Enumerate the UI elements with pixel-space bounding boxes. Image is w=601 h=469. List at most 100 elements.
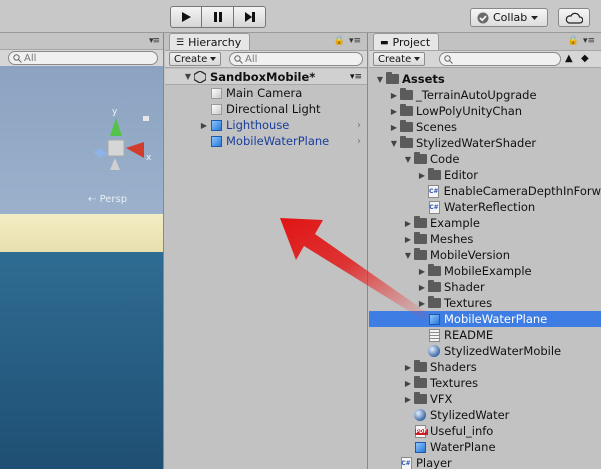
project-row-label: Shader — [444, 280, 485, 294]
project-row[interactable]: ▶ Example — [369, 215, 601, 231]
project-create-button[interactable]: Create — [373, 52, 426, 66]
project-row[interactable]: ▶ _TerrainAutoUpgrade — [369, 87, 601, 103]
gizmo-neg-y-axis[interactable] — [110, 158, 120, 170]
project-row[interactable]: ▶ VFX — [369, 391, 601, 407]
project-row-label: EnableCameraDepthInForw — [443, 184, 601, 198]
project-row[interactable]: ▶ Shader — [369, 279, 601, 295]
panel-menu-icon[interactable]: ▾≡ — [583, 36, 595, 46]
project-row[interactable]: Useful_info — [369, 423, 601, 439]
expand-arrow-icon[interactable]: ▶ — [403, 395, 413, 404]
project-search-input[interactable] — [439, 52, 561, 66]
project-row[interactable]: C# WaterReflection — [369, 199, 601, 215]
project-row[interactable]: ▶ Textures — [369, 375, 601, 391]
hierarchy-row[interactable]: Main Camera — [165, 85, 367, 101]
step-button[interactable] — [234, 6, 266, 28]
project-row[interactable]: MobileWaterPlane — [369, 311, 601, 327]
expand-arrow-icon[interactable]: ▶ — [389, 107, 399, 116]
expand-arrow-icon[interactable]: ▶ — [417, 283, 427, 292]
collab-check-icon — [477, 12, 489, 23]
project-row[interactable]: ▼ Assets — [369, 71, 601, 87]
expand-arrow-icon[interactable]: ▶ — [389, 91, 399, 100]
filter-by-label-icon[interactable]: ◆ — [581, 53, 589, 64]
scene-menu-icon[interactable]: ▾≡ — [350, 72, 362, 82]
folder-icon — [399, 136, 413, 150]
gizmo-y-axis[interactable] — [110, 118, 122, 136]
scene-search-input[interactable]: All — [8, 51, 158, 65]
project-row[interactable]: ▶ Textures — [369, 295, 601, 311]
project-row[interactable]: WaterPlane — [369, 439, 601, 455]
project-tab-icons: 🔒 ▾≡ — [568, 36, 595, 46]
prefab-open-chevron-icon[interactable]: › — [357, 120, 361, 131]
scene-gizmo[interactable]: y x — [0, 66, 164, 469]
hierarchy-search-input[interactable]: All — [229, 52, 363, 66]
tab-hierarchy[interactable]: ☰ Hierarchy — [169, 33, 251, 50]
project-row[interactable]: ▶ Meshes — [369, 231, 601, 247]
scene-tabbar: ▾≡ — [0, 33, 163, 49]
csharp-icon: C# — [427, 200, 441, 214]
tab-project[interactable]: ▬ Project — [373, 33, 440, 50]
expand-arrow-icon[interactable]: ▶ — [417, 299, 427, 308]
project-row-label: Shaders — [430, 360, 477, 374]
folder-icon — [413, 376, 427, 390]
cloud-button[interactable] — [558, 8, 590, 27]
project-row[interactable]: ▶ Shaders — [369, 359, 601, 375]
scene-viewport[interactable]: y x ⇠ Persp — [0, 66, 164, 469]
project-subbar: Create ▲ ◆ — [369, 50, 601, 68]
project-row[interactable]: README — [369, 327, 601, 343]
gizmo-center[interactable] — [107, 139, 125, 157]
expand-arrow-icon[interactable]: ▶ — [403, 219, 413, 228]
project-row[interactable]: ▼ MobileVersion — [369, 247, 601, 263]
expand-arrow-icon[interactable]: ▶ — [403, 363, 413, 372]
expand-arrow-icon[interactable]: ▼ — [375, 75, 385, 84]
project-row[interactable]: ▶ MobileExample — [369, 263, 601, 279]
lock-icon[interactable]: 🔒 — [568, 36, 579, 46]
hierarchy-row[interactable]: MobileWaterPlane › — [165, 133, 367, 149]
project-row[interactable]: ▼ StylizedWaterShader — [369, 135, 601, 151]
project-row[interactable]: C# Player — [369, 455, 601, 469]
folder-icon — [413, 232, 427, 246]
material-sphere-icon — [413, 408, 427, 422]
panel-menu-icon[interactable]: ▾≡ — [149, 36, 160, 46]
expand-arrow-icon[interactable]: ▶ — [417, 171, 427, 180]
panel-menu-icon[interactable]: ▾≡ — [349, 36, 361, 46]
project-row-label: WaterPlane — [430, 440, 496, 454]
expand-arrow-icon[interactable]: ▶ — [417, 267, 427, 276]
hierarchy-row[interactable]: ▶ Lighthouse › — [165, 117, 367, 133]
search-icon — [234, 54, 243, 64]
project-row[interactable]: StylizedWaterMobile — [369, 343, 601, 359]
prefab-open-chevron-icon[interactable]: › — [357, 136, 361, 147]
project-panel: ▬ Project 🔒 ▾≡ Create ▲ ◆ ▼ Assets ▶ _Terrai… — [369, 33, 601, 469]
filter-by-type-icon[interactable]: ▲ — [565, 53, 573, 64]
expand-arrow-icon[interactable]: ▶ — [403, 235, 413, 244]
gizmo-y-label: y — [112, 107, 118, 117]
expand-arrow-icon[interactable]: ▶ — [199, 121, 209, 130]
hierarchy-panel: ☰ Hierarchy 🔒 ▾≡ Create All ▼ SandboxMobi… — [165, 33, 368, 469]
gizmo-z-axis[interactable] — [93, 148, 108, 158]
pause-button[interactable] — [202, 6, 234, 28]
expand-arrow-icon[interactable]: ▶ — [389, 123, 399, 132]
expand-arrow-icon[interactable]: ▼ — [389, 139, 399, 148]
expand-arrow-icon[interactable]: ▼ — [403, 155, 413, 164]
project-row[interactable]: C# EnableCameraDepthInForw — [369, 183, 601, 199]
project-row[interactable]: ▼ Code — [369, 151, 601, 167]
expand-arrow-icon[interactable]: ▼ — [403, 251, 413, 260]
project-row[interactable]: ▶ Editor — [369, 167, 601, 183]
hierarchy-row[interactable]: Directional Light — [165, 101, 367, 117]
project-row[interactable]: ▶ Scenes — [369, 119, 601, 135]
project-row[interactable]: StylizedWater — [369, 407, 601, 423]
project-row-label: Editor — [444, 168, 479, 182]
hierarchy-subbar: Create All — [165, 50, 367, 68]
hierarchy-create-button[interactable]: Create — [169, 52, 222, 66]
expand-arrow-icon[interactable]: ▼ — [183, 72, 193, 81]
scene-search-placeholder: All — [24, 52, 37, 64]
play-button[interactable] — [170, 6, 202, 28]
lock-icon[interactable]: 🔒 — [334, 36, 345, 46]
gizmo-x-axis[interactable] — [126, 142, 144, 158]
scene-root-row[interactable]: ▼ SandboxMobile* ▾≡ — [165, 69, 367, 85]
expand-arrow-icon[interactable]: ▶ — [403, 379, 413, 388]
project-row[interactable]: ▶ LowPolyUnityChan — [369, 103, 601, 119]
persp-label[interactable]: ⇠ Persp — [88, 194, 127, 205]
gizmo-lock-icon[interactable] — [143, 116, 149, 121]
material-sphere-icon — [427, 344, 441, 358]
collab-button[interactable]: Collab — [470, 8, 548, 27]
